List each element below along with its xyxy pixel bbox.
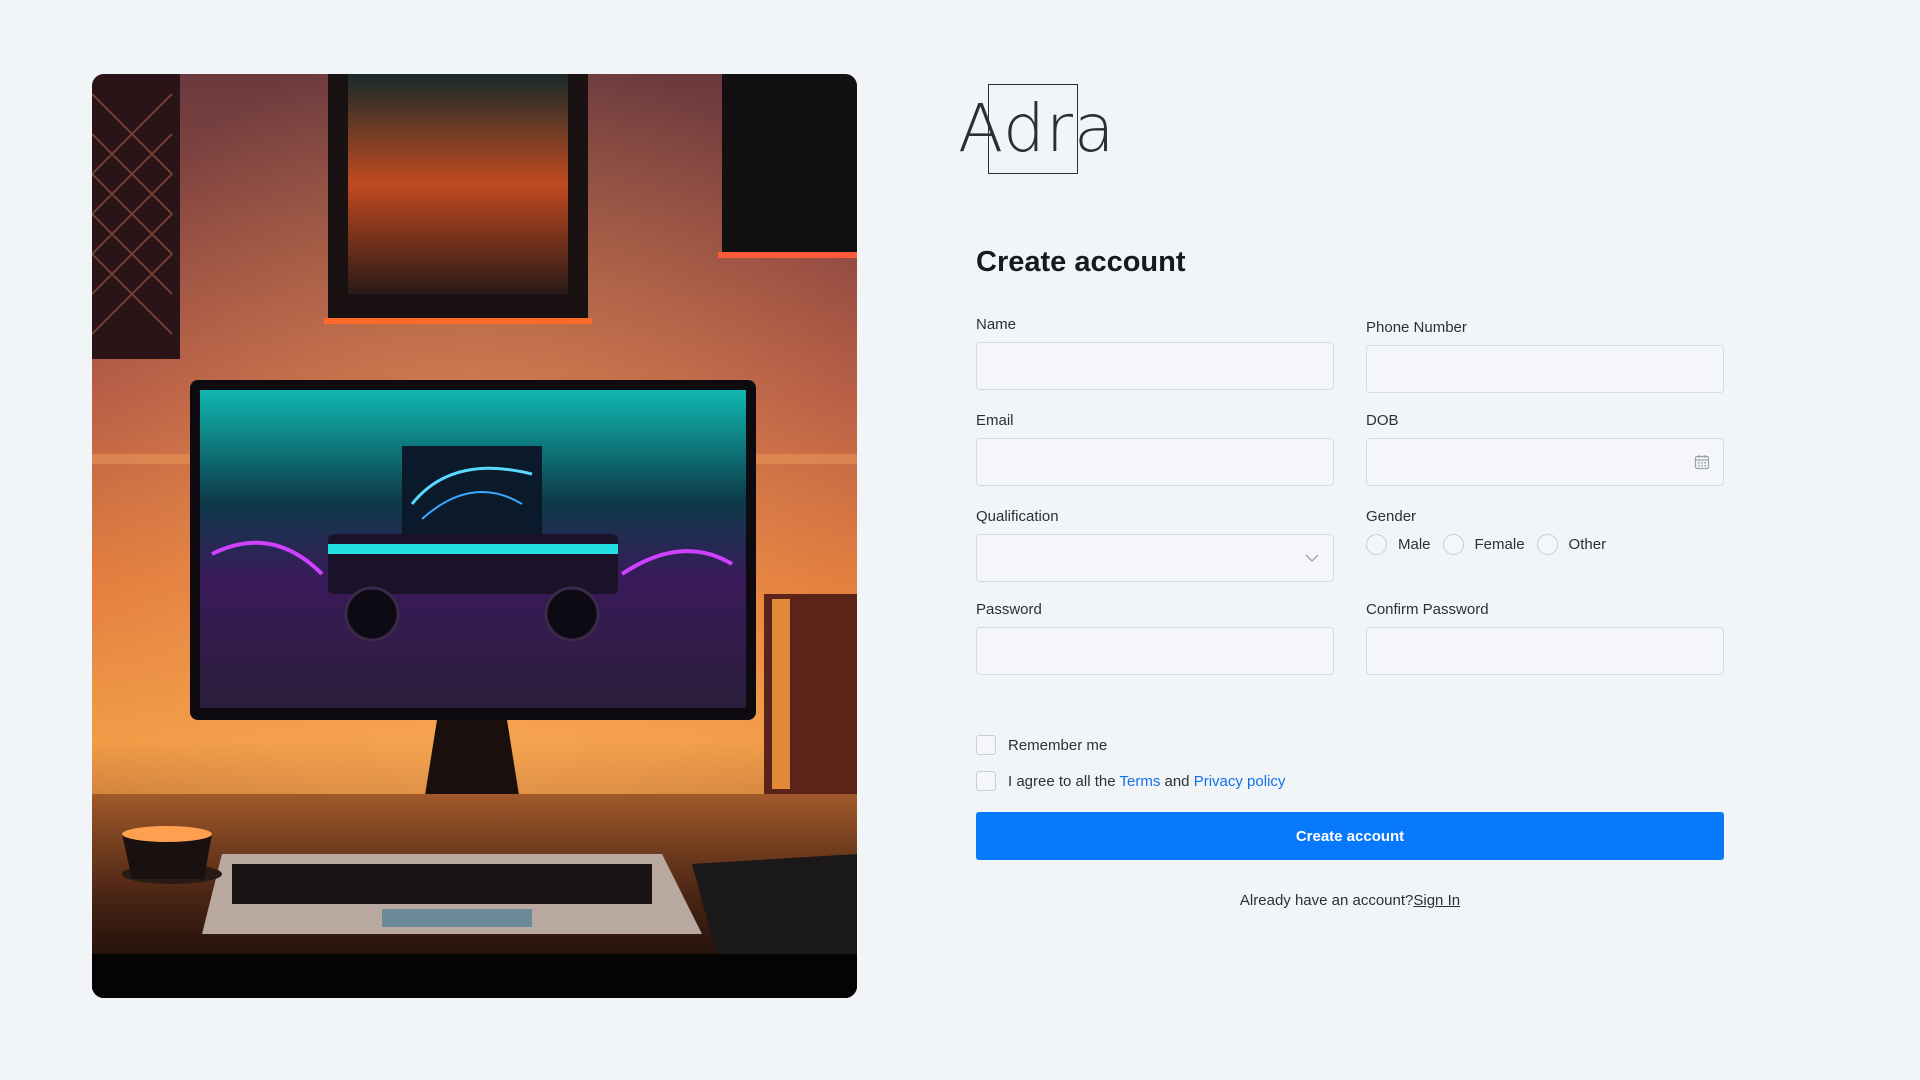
calendar-icon[interactable]	[1694, 454, 1710, 470]
dob-label: DOB	[1366, 412, 1399, 429]
email-input[interactable]	[976, 438, 1334, 486]
agree-terms-label: I agree to all the Terms and Privacy pol…	[1008, 773, 1285, 790]
terms-link[interactable]: Terms	[1119, 773, 1160, 790]
qualification-label: Qualification	[976, 508, 1059, 525]
confirm-password-input[interactable]	[1366, 627, 1724, 675]
dob-input-wrap	[1366, 438, 1724, 486]
agree-prefix: I agree to all the	[1008, 772, 1116, 790]
remember-me-row: Remember me	[976, 735, 1107, 755]
confirm-password-field-group: Confirm Password	[1366, 601, 1724, 675]
radio-label: Female	[1474, 536, 1525, 553]
phone-input[interactable]	[1366, 345, 1724, 393]
gender-label: Gender	[1366, 508, 1417, 525]
password-field-group: Password	[976, 601, 1334, 675]
signin-prompt: Already have an account?Sign In	[976, 892, 1724, 909]
name-label: Name	[976, 316, 1017, 333]
remember-me-label: Remember me	[1008, 736, 1108, 754]
radio-button[interactable]	[1366, 534, 1387, 555]
radio-button[interactable]	[1442, 534, 1464, 555]
email-label: Email	[976, 412, 1014, 429]
dob-field-group: DOB	[1366, 412, 1724, 486]
agree-and: and	[1164, 772, 1190, 790]
gender-option-other[interactable]: Other	[1536, 534, 1607, 555]
radio-button[interactable]	[1536, 534, 1558, 555]
phone-field-group: Phone Number	[1366, 319, 1724, 393]
email-field-group: Email	[976, 412, 1334, 486]
signin-prompt-text: Already have an account?	[1239, 892, 1414, 909]
qualification-selected-value[interactable]	[976, 534, 1334, 582]
gender-radio-group: Male Female Other	[1366, 534, 1618, 555]
brand-logo: Adra	[958, 78, 1114, 188]
dob-input[interactable]	[1366, 438, 1724, 486]
phone-label: Phone Number	[1366, 319, 1467, 336]
desk-setup-image	[92, 74, 857, 998]
radio-label: Male	[1398, 536, 1431, 553]
sign-in-link[interactable]: Sign In	[1413, 892, 1460, 909]
agree-terms-checkbox[interactable]	[976, 771, 996, 791]
page-title: Create account	[976, 246, 1186, 278]
confirm-password-label: Confirm Password	[1366, 601, 1489, 618]
privacy-policy-link[interactable]: Privacy policy	[1194, 773, 1286, 790]
gender-field-group: Gender Male Female Other	[1366, 508, 1618, 555]
name-field-group: Name	[976, 316, 1334, 390]
chevron-down-icon[interactable]	[1304, 550, 1320, 566]
gender-option-male[interactable]: Male	[1366, 534, 1431, 555]
create-account-button[interactable]: Create account	[976, 812, 1724, 860]
logo-text: Adra	[958, 90, 1116, 167]
agree-terms-row: I agree to all the Terms and Privacy pol…	[976, 771, 1285, 791]
radio-label: Other	[1568, 536, 1607, 553]
password-input[interactable]	[976, 627, 1334, 675]
gender-option-female[interactable]: Female	[1442, 534, 1525, 555]
qualification-select[interactable]	[976, 534, 1334, 582]
password-label: Password	[976, 601, 1042, 618]
qualification-field-group: Qualification	[976, 508, 1334, 582]
name-input[interactable]	[976, 342, 1334, 390]
hero-illustration	[92, 74, 857, 998]
remember-me-checkbox[interactable]	[976, 735, 996, 755]
